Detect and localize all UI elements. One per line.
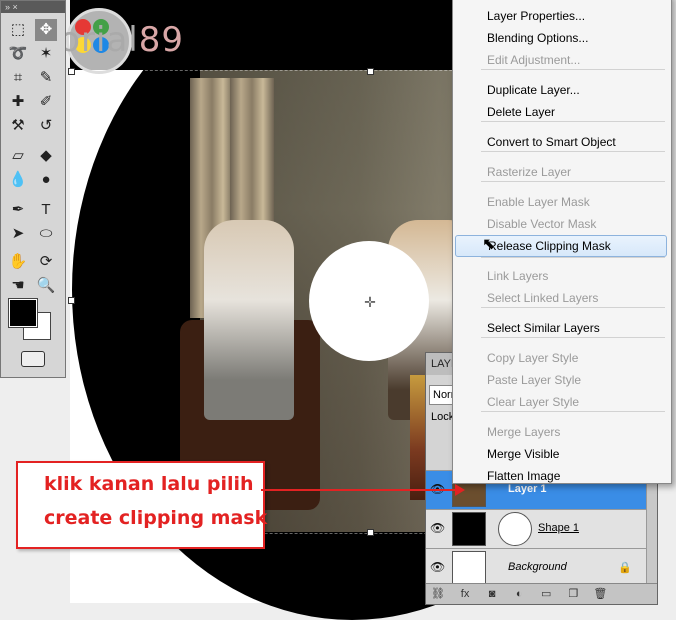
- foreground-color-swatch[interactable]: [8, 298, 38, 328]
- menu-item-edit-adjustment: Edit Adjustment...: [487, 53, 581, 67]
- lock-icon: 🔒: [618, 562, 632, 574]
- layer-name: Background: [508, 561, 567, 573]
- pen-icon[interactable]: ✒: [7, 199, 29, 221]
- move-icon[interactable]: ✥: [35, 19, 57, 41]
- magic-wand-icon[interactable]: ✶: [35, 43, 57, 65]
- menu-item-select-linked-layers: Select Linked Layers: [487, 291, 599, 305]
- menu-item-copy-layer-style: Copy Layer Style: [487, 351, 579, 365]
- brush-icon[interactable]: ✐: [35, 91, 57, 113]
- transform-handle[interactable]: [68, 68, 75, 75]
- mask-icon[interactable]: ◙: [480, 584, 504, 604]
- hand-tool-icon[interactable]: ☚: [7, 275, 29, 297]
- type-icon[interactable]: T: [35, 199, 57, 221]
- blur-icon[interactable]: 💧: [7, 169, 29, 191]
- marquee-icon[interactable]: ⬚: [7, 19, 29, 41]
- eye-icon[interactable]: 👁: [430, 561, 445, 573]
- trash-icon[interactable]: 🗑: [588, 584, 612, 604]
- adjustment-icon[interactable]: ◐: [507, 584, 531, 604]
- menu-item-blending-options[interactable]: Blending Options...: [455, 27, 667, 49]
- group-icon[interactable]: ▭: [534, 584, 558, 604]
- menu-item-enable-layer-mask: Enable Layer Mask: [487, 195, 590, 209]
- transform-handle[interactable]: [367, 529, 374, 536]
- healing-brush-icon[interactable]: ✚: [7, 91, 29, 113]
- zoom-icon[interactable]: 🔍: [35, 275, 57, 297]
- layer-row-shape-1[interactable]: 👁 Shape 1: [426, 509, 646, 548]
- ellipse-icon[interactable]: ⬭: [35, 223, 57, 245]
- lasso-icon[interactable]: ➰: [7, 43, 29, 65]
- crop-icon[interactable]: ⌗: [7, 67, 29, 89]
- transform-handle[interactable]: [367, 68, 374, 75]
- layers-footer: ⛓ fx ◙ ◐ ▭ ❐ 🗑: [426, 583, 657, 604]
- annotation-arrow: [261, 489, 461, 491]
- menu-item-merge-visible[interactable]: Merge Visible: [455, 443, 667, 465]
- menu-item-link-layers: Link Layers: [487, 269, 549, 283]
- layer-thumbnail: [452, 512, 486, 546]
- menu-item-rasterize-layer: Rasterize Layer: [487, 165, 572, 179]
- paint-bucket-icon[interactable]: ◆: [35, 145, 57, 167]
- annotation-callout: klik kanan lalu pilih create clipping ma…: [16, 461, 268, 549]
- lock-label: Lock: [431, 411, 455, 423]
- mouse-cursor-icon: ⬉: [482, 236, 496, 253]
- tools-panel-header[interactable]: » ×: [1, 1, 65, 13]
- link-icon[interactable]: ⛓: [426, 584, 450, 604]
- layer-row-background[interactable]: 👁 Background 🔒: [426, 548, 646, 587]
- transform-handle[interactable]: [68, 297, 75, 304]
- menu-item-clear-layer-style: Clear Layer Style: [487, 395, 580, 409]
- history-brush-icon[interactable]: ↺: [35, 115, 57, 137]
- vector-mask-thumbnail: [498, 512, 532, 546]
- eye-icon[interactable]: 👁: [430, 522, 445, 534]
- layer-thumbnail: [452, 551, 486, 585]
- tools-panel: » × ⬚ ✥ ➰ ✶ ⌗ ✎ ✚ ✐ ⚒ ↺ ▱ ◆ 💧 ● ✒ T ➤ ⬭ ✋ ⟳ ☚ 🔍: [0, 0, 66, 378]
- menu-item-flatten-image[interactable]: Flatten Image: [455, 465, 667, 487]
- menu-item-duplicate-layer[interactable]: Duplicate Layer...: [455, 79, 667, 101]
- eyedropper-icon[interactable]: ✎: [35, 67, 57, 89]
- menu-item-convert-to-smart-object[interactable]: Convert to Smart Object: [455, 131, 667, 153]
- menu-item-delete-layer[interactable]: Delete Layer: [455, 101, 667, 123]
- dodge-icon[interactable]: ●: [35, 169, 57, 191]
- menu-item-layer-properties[interactable]: Layer Properties...: [455, 5, 667, 27]
- menu-item-paste-layer-style: Paste Layer Style: [487, 373, 582, 387]
- fx-icon[interactable]: fx: [453, 584, 477, 604]
- annotation-arrowhead: [455, 484, 465, 496]
- new-layer-icon[interactable]: ❐: [561, 584, 585, 604]
- clone-stamp-icon[interactable]: ⚒: [7, 115, 29, 137]
- menu-item-disable-vector-mask: Disable Vector Mask: [487, 217, 597, 231]
- menu-item-merge-layers: Merge Layers: [487, 425, 561, 439]
- hand-icon[interactable]: ✋: [7, 251, 29, 273]
- menu-separator: [481, 257, 665, 258]
- rotate-view-icon[interactable]: ⟳: [35, 251, 57, 273]
- quick-mask-button[interactable]: [21, 351, 45, 367]
- menu-item-select-similar-layers[interactable]: Select Similar Layers: [455, 317, 667, 339]
- eraser-icon[interactable]: ▱: [7, 145, 29, 167]
- path-select-icon[interactable]: ➤: [7, 223, 29, 245]
- annotation-line-1: klik kanan lalu pilih: [44, 473, 254, 495]
- layer-name: Shape 1: [538, 522, 579, 534]
- annotation-line-2: create clipping mask: [44, 507, 268, 529]
